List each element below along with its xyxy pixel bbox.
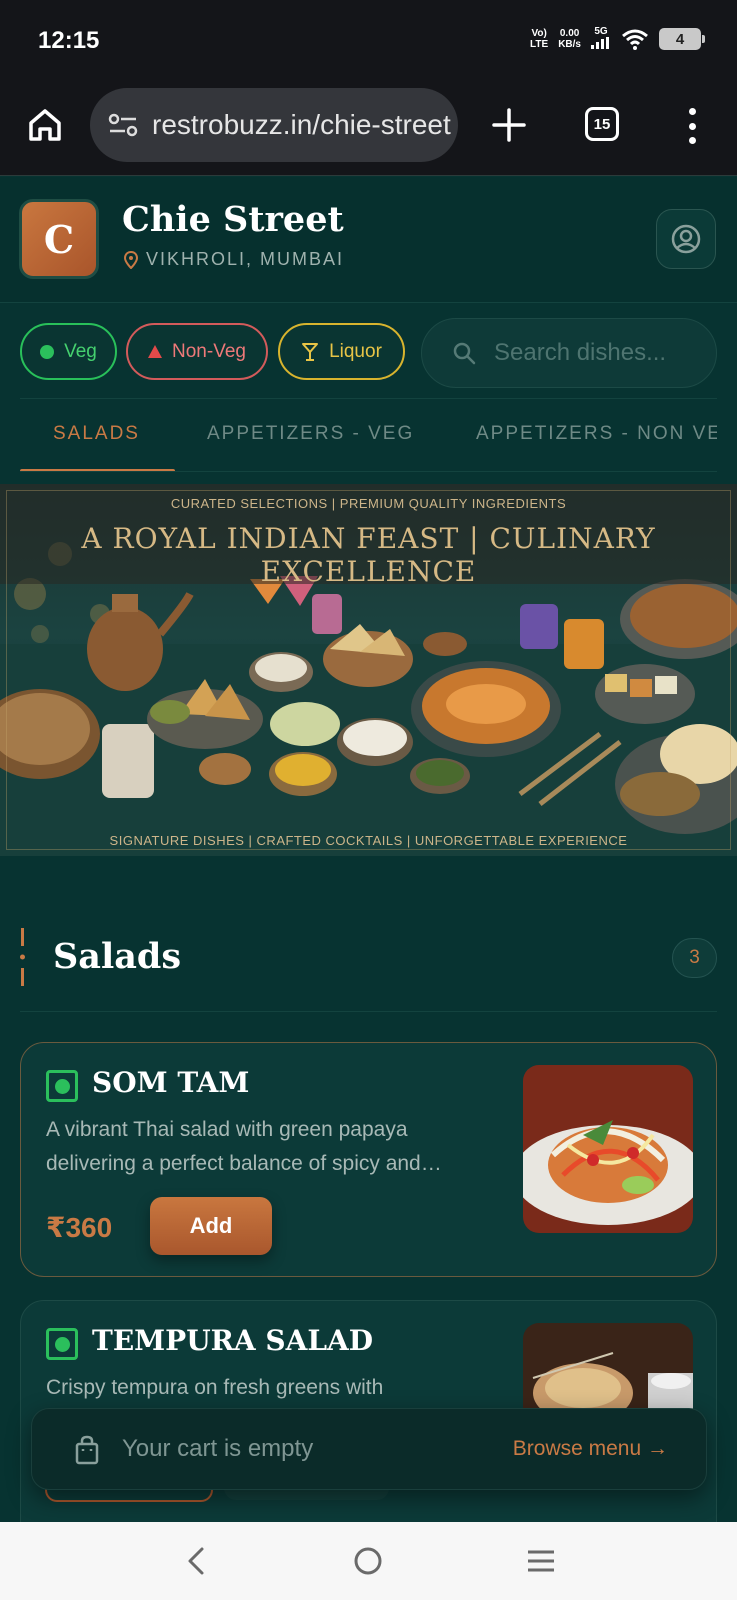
cart-empty-text: Your cart is empty xyxy=(122,1435,314,1462)
back-icon xyxy=(188,1547,204,1575)
section-divider xyxy=(20,1011,717,1012)
section-item-count: 3 xyxy=(672,938,717,978)
browser-toolbar: restrobuzz.in/chie-street 15 xyxy=(0,80,737,176)
search-icon xyxy=(453,342,476,365)
section-marker-icon xyxy=(20,928,25,986)
network-speed: 0.00 KB/s xyxy=(558,28,581,50)
shopping-bag-icon xyxy=(75,1435,99,1465)
dish-description: A vibrant Thai salad with green papaya d… xyxy=(46,1118,442,1175)
site-settings-icon[interactable] xyxy=(108,112,138,138)
dish-image[interactable] xyxy=(523,1065,693,1233)
liquor-filter-label: Liquor xyxy=(329,340,382,362)
browse-menu-link[interactable]: Browse menu → xyxy=(513,1437,668,1461)
home-icon[interactable] xyxy=(26,106,64,144)
nav-back-button[interactable] xyxy=(176,1541,216,1581)
location-text: VIKHROLI, MUMBAI xyxy=(146,249,345,269)
restaurant-location: VIKHROLI, MUMBAI xyxy=(124,249,344,270)
veg-filter-label: Veg xyxy=(64,340,97,362)
tab-appetizers-veg[interactable]: APPETIZERS - VEG xyxy=(207,423,414,445)
signal-icon: 5G xyxy=(591,26,611,52)
address-bar[interactable]: restrobuzz.in/chie-street xyxy=(90,88,458,162)
url-text: restrobuzz.in/chie-street xyxy=(152,109,451,140)
dish-card[interactable]: SOM TAM A vibrant Thai salad with green … xyxy=(20,1042,717,1277)
nonveg-filter-label: Non-Veg xyxy=(172,340,246,362)
wifi-icon xyxy=(622,29,648,50)
promo-banner: CURATED SELECTIONS | PREMIUM QUALITY ING… xyxy=(0,484,737,856)
dish-price: ₹360 xyxy=(46,1212,113,1243)
search-input[interactable]: Search dishes... xyxy=(421,318,717,388)
status-time: 12:15 xyxy=(38,27,100,54)
liquor-filter-chip[interactable]: Liquor xyxy=(278,323,405,380)
volte-indicator: Vo) LTE xyxy=(530,28,549,50)
veg-indicator-icon xyxy=(46,1070,78,1102)
tab-salads[interactable]: SALADS xyxy=(53,423,140,445)
nonveg-triangle-icon xyxy=(148,345,163,358)
cocktail-glass-icon xyxy=(302,342,319,361)
location-pin-icon xyxy=(124,250,138,269)
nonveg-filter-chip[interactable]: Non-Veg xyxy=(126,323,268,380)
dish-name: TEMPURA SALAD xyxy=(92,1324,374,1357)
dish-name: SOM TAM xyxy=(92,1066,250,1099)
profile-button[interactable] xyxy=(656,209,716,269)
restaurant-logo: C xyxy=(19,199,99,279)
user-icon xyxy=(671,224,701,254)
category-tabs: SALADS APPETIZERS - VEG APPETIZERS - NON… xyxy=(20,398,717,472)
veg-filter-chip[interactable]: Veg xyxy=(20,323,117,380)
section-title: Salads xyxy=(53,936,182,977)
restaurant-name: Chie Street xyxy=(122,199,344,240)
restaurant-header: C Chie Street VIKHROLI, MUMBAI xyxy=(0,177,737,303)
add-to-cart-button[interactable]: Add xyxy=(150,1197,272,1255)
status-icons: Vo) LTE 0.00 KB/s 5G 4 xyxy=(530,26,705,52)
home-circle-icon xyxy=(354,1547,382,1575)
new-tab-icon[interactable] xyxy=(490,106,528,144)
banner-frame xyxy=(6,490,731,850)
nav-home-button[interactable] xyxy=(348,1541,388,1581)
system-nav-bar xyxy=(0,1522,737,1600)
menu-lines-icon xyxy=(527,1550,554,1572)
search-placeholder: Search dishes... xyxy=(494,339,667,366)
veg-indicator-icon xyxy=(46,1328,78,1360)
status-bar: 12:15 Vo) LTE 0.00 KB/s 5G 4 xyxy=(0,0,737,80)
active-tab-indicator xyxy=(20,469,175,471)
battery-icon: 4 xyxy=(659,28,705,50)
veg-dot-icon xyxy=(40,344,55,359)
som-tam-photo xyxy=(523,1065,693,1233)
nav-recents-button[interactable] xyxy=(521,1541,561,1581)
tab-appetizers-nonveg[interactable]: APPETIZERS - NON VEG xyxy=(476,423,717,445)
dish-description: Crispy tempura on fresh greens with xyxy=(46,1376,384,1399)
more-options-icon[interactable] xyxy=(680,106,704,146)
cart-bar[interactable]: Your cart is empty Browse menu → xyxy=(31,1408,707,1490)
tab-switcher-button[interactable]: 15 xyxy=(585,107,619,141)
filter-bar: Veg Non-Veg Liquor Search dishes... xyxy=(0,303,737,398)
